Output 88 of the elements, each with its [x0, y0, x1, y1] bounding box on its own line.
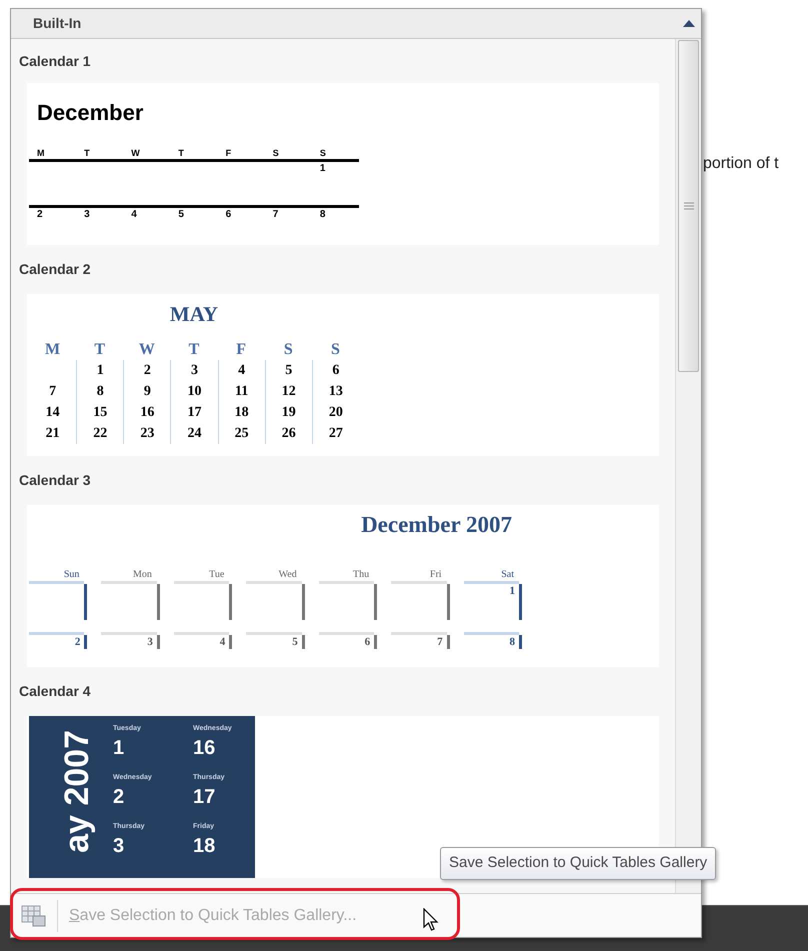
day-number: 20 [328, 405, 343, 420]
day-number: 5 [285, 363, 292, 378]
day-number: 2 [113, 785, 124, 810]
day-number: 16 [140, 405, 154, 420]
day-number: 22 [93, 426, 108, 441]
weekday-label: Tue [209, 569, 224, 581]
weekday-label: T [177, 147, 185, 159]
document-text: portion of t [703, 155, 779, 172]
gallery-item-label: Calendar 1 [19, 52, 91, 70]
day-number: 4 [131, 209, 137, 220]
day-number: 27 [328, 426, 343, 441]
day-number: 13 [328, 384, 343, 399]
gallery-item-label: Calendar 4 [19, 682, 91, 701]
weekday-label: Mon [132, 569, 152, 581]
scroll-up-icon[interactable] [683, 20, 695, 27]
day-number: 8 [96, 384, 104, 399]
weekday-label: W [130, 147, 141, 159]
day-number: 1 [509, 584, 515, 599]
day-number: 23 [140, 426, 154, 441]
day-number: 3 [113, 834, 124, 859]
calendar-preview[interactable]: December 2007 Sun 2 Mon 3 Tue 4 Wed 5 Thu 6 Fri 7 Sat 1 8 [27, 505, 659, 667]
day-number: 10 [187, 384, 202, 399]
weekday-label: M [36, 147, 46, 159]
day-number: 5 [178, 209, 184, 220]
weekday-label: M [45, 340, 60, 360]
weekday-label: T [188, 340, 200, 360]
day-number: 7 [272, 209, 278, 220]
table-icon [21, 904, 47, 928]
day-number: 24 [187, 426, 202, 441]
day-number: 8 [509, 635, 515, 649]
weekday-label: S [284, 340, 293, 360]
day-number: 5 [292, 635, 298, 649]
gallery-item-label: Calendar 3 [19, 471, 91, 490]
day-number: 12 [282, 384, 296, 399]
day-number: 4 [238, 363, 246, 378]
day-number: 17 [187, 405, 202, 420]
day-number: 2 [144, 363, 151, 378]
day-number: 18 [234, 405, 249, 420]
day-number: 6 [364, 635, 370, 649]
weekday-label: S [272, 147, 280, 159]
day-number: 7 [437, 635, 443, 649]
day-number: 25 [234, 426, 249, 441]
weekday-label: F [224, 147, 232, 159]
weekday-label: S [330, 340, 340, 360]
day-number: 7 [49, 384, 56, 399]
day-number: 2 [37, 209, 43, 220]
day-number: 4 [220, 635, 226, 649]
section-title: Built-In [33, 14, 82, 33]
weekday-label: W [138, 340, 155, 360]
weekday-label: Sat [501, 569, 514, 581]
calendar-preview[interactable]: MAY M T W T F S S 7 14 21 1 8 15 22 2 9 16 23 3 10 17 24 4 11 18 25 5 12 19 26 6 13 20 27 [27, 294, 659, 456]
vertical-title: ay 2007 [57, 730, 97, 853]
day-number: 16 [193, 736, 216, 761]
month-title: MAY [170, 301, 218, 328]
weekday-label: S [318, 147, 327, 159]
day-number: 11 [235, 384, 248, 399]
day-number: 18 [193, 834, 216, 859]
weekday-label: T [83, 147, 91, 159]
day-number: 1 [113, 736, 124, 761]
scrollbar-thumb[interactable] [678, 40, 699, 372]
day-number: 19 [282, 405, 296, 420]
weekday-label: T [94, 340, 106, 360]
gallery-item-label: Calendar 2 [19, 260, 91, 279]
calendar-title: December 2007 [361, 511, 512, 539]
day-number: 2 [74, 635, 80, 649]
cursor-icon [423, 908, 439, 932]
day-number: 3 [190, 363, 198, 378]
weekday-label: Thu [353, 569, 370, 581]
day-number: 8 [320, 209, 326, 220]
day-number: 3 [84, 209, 90, 220]
day-number: 26 [282, 426, 296, 441]
day-number: 21 [46, 426, 60, 441]
day-number: 14 [46, 405, 60, 420]
day-number: 15 [93, 405, 108, 420]
day-number: 6 [332, 363, 340, 378]
weekday-label: Sun [64, 569, 80, 581]
weekday-label: Fri [430, 569, 442, 581]
calendar-preview[interactable]: December M T W T F S S 1 2 3 4 5 6 7 8 [27, 83, 659, 245]
day-number: 1 [96, 363, 104, 378]
day-number: 3 [147, 635, 153, 649]
day-number: 1 [320, 163, 326, 174]
weekday-label: F [236, 340, 246, 360]
day-number: 9 [144, 384, 151, 399]
day-number: 17 [193, 785, 216, 810]
grip-icon [684, 202, 694, 210]
weekday-label: Wed [278, 569, 297, 581]
month-title: December [36, 99, 144, 127]
day-number: 6 [226, 209, 232, 220]
